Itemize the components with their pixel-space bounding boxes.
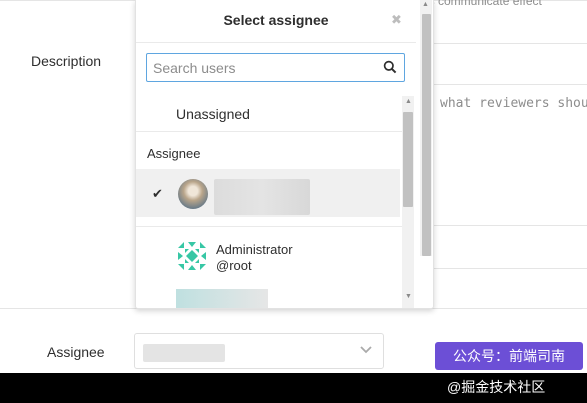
assignee-select[interactable] <box>134 333 384 369</box>
selected-assignee-redacted <box>143 344 225 362</box>
search-box <box>146 53 405 82</box>
dropdown-title: Select assignee <box>223 12 329 28</box>
scroll-down-icon[interactable]: ▼ <box>405 293 412 300</box>
description-hint: ors communicate effect <box>418 0 542 8</box>
description-label: Description <box>31 53 102 69</box>
divider <box>430 268 587 269</box>
dropdown-scrollbar-thumb[interactable] <box>422 14 431 256</box>
divider <box>420 43 587 44</box>
user-row-redacted <box>176 289 268 308</box>
identicon-avatar <box>176 240 208 272</box>
close-icon[interactable]: ✖ <box>391 12 402 28</box>
watermark-badge: 公众号：前端司南 <box>435 342 583 370</box>
divider <box>136 131 402 132</box>
chevron-down-icon <box>360 346 372 354</box>
check-icon: ✔ <box>152 186 163 201</box>
user-name[interactable]: Administrator <box>216 242 293 257</box>
description-placeholder: what reviewers shou <box>440 96 587 111</box>
avatar <box>178 179 208 209</box>
list-scrollbar-thumb[interactable] <box>403 112 413 207</box>
watermark-footer: @掘金技术社区 <box>447 379 546 395</box>
unassigned-option[interactable]: Unassigned <box>176 106 250 122</box>
section-header: Assignee <box>147 146 201 161</box>
assignee-label: Assignee <box>47 344 105 360</box>
scroll-up-icon[interactable]: ▲ <box>422 1 429 8</box>
search-input[interactable] <box>153 58 378 78</box>
divider <box>430 225 587 226</box>
divider <box>136 226 402 227</box>
divider <box>136 42 416 43</box>
selected-user-row[interactable]: ✔ <box>136 169 400 217</box>
search-icon[interactable] <box>383 60 397 74</box>
assignee-dropdown: Select assignee ✖ Unassigned Assignee ✔ <box>135 0 434 309</box>
user-name-redacted <box>214 179 310 215</box>
user-list: Unassigned Assignee ✔ Administrator @roo… <box>136 92 402 308</box>
user-handle: @root <box>216 258 252 273</box>
scroll-up-icon[interactable]: ▲ <box>405 98 412 105</box>
